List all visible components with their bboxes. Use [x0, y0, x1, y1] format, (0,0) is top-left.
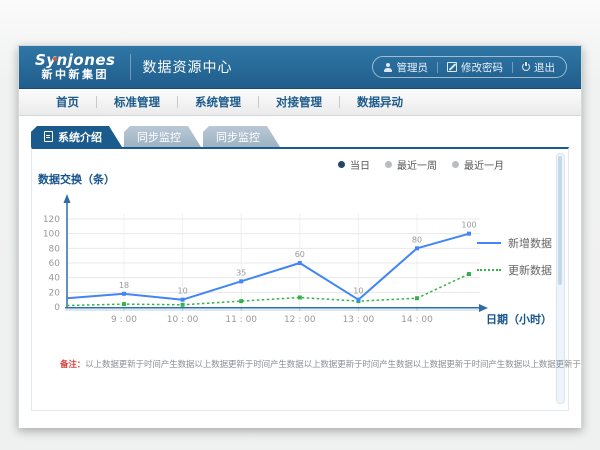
- data-point-label: 18: [119, 281, 129, 290]
- user-menu-label: 退出: [534, 60, 555, 75]
- x-tick-label: 10 : 00: [167, 315, 199, 325]
- chart-labels: 0 20 40 60 80 100 120 9 : 00 10 : 00 11 : 00 12 : …: [38, 172, 552, 326]
- edit-icon: [447, 62, 457, 72]
- user-menu-divider: [512, 62, 513, 73]
- y-axis-title: 数据交换（条）: [38, 172, 115, 186]
- user-menu-divider: [437, 62, 438, 73]
- data-point-marker: [122, 302, 126, 306]
- chart-legend: 新增数据更新数据: [477, 235, 552, 278]
- footnote-text: 以上数据更新于时间产生数据以上数据更新于时间产生数据以上数据更新于时间产生数据以…: [85, 360, 581, 370]
- x-tick-label: 11 : 00: [225, 315, 257, 325]
- logo-text-cn: 新中新集团: [35, 68, 116, 81]
- y-tick-label: 20: [49, 288, 61, 298]
- user-menu-item[interactable]: 修改密码: [447, 60, 503, 75]
- chart-panel: 当日最近一周最近一月 18103560108010002040608010012…: [31, 147, 569, 411]
- tab-label: 同步监控: [137, 129, 181, 145]
- x-tick-label: 13 : 00: [343, 315, 375, 325]
- tab-1[interactable]: 同步监控: [124, 126, 201, 147]
- header-divider: [130, 54, 131, 80]
- nav-item-3[interactable]: 对接管理: [259, 94, 339, 110]
- logo-text-en: Synjones: [35, 53, 116, 68]
- nav-item-1[interactable]: 标准管理: [97, 94, 177, 110]
- y-axis-arrow: [64, 194, 71, 203]
- app-header: Synjones 新中新集团 数据资源中心 管理员 修改密码 退出: [19, 46, 581, 89]
- user-menu-label: 修改密码: [461, 60, 503, 75]
- document-icon: [44, 131, 53, 142]
- data-point-label: 10: [178, 287, 188, 296]
- x-axis-arrow: [479, 304, 488, 312]
- chart-container: 18 10 35 60 10 80 100 0 20 40 60 80 100 120 9 : 00 10 :…: [32, 167, 552, 339]
- data-point-label: 80: [412, 235, 422, 244]
- y-tick-label: 60: [49, 259, 61, 269]
- data-point-marker: [181, 298, 185, 302]
- user-menu-item[interactable]: 退出: [522, 60, 555, 75]
- footnote-prefix: 备注：: [60, 360, 85, 370]
- page-title: 数据资源中心: [143, 57, 233, 77]
- company-logo: Synjones 新中新集团: [19, 53, 128, 81]
- y-tick-label: 80: [49, 244, 61, 254]
- legend-swatch-dotted-line: [477, 269, 501, 271]
- data-point-marker: [239, 279, 243, 283]
- user-icon: [384, 63, 393, 72]
- y-tick-label: 120: [43, 215, 60, 225]
- x-tick-label: 9 : 00: [111, 315, 137, 325]
- legend-swatch-solid-line: [477, 242, 501, 244]
- data-point-label: 10: [353, 287, 363, 296]
- tab-2[interactable]: 同步监控: [203, 126, 280, 147]
- x-tick-label: 14 : 00: [401, 315, 433, 325]
- power-icon: [522, 63, 530, 71]
- main-nav: 首页标准管理系统管理对接管理数据异动: [19, 89, 581, 116]
- x-tick-label: 12 : 00: [284, 315, 316, 325]
- chart-gridlines: [68, 213, 480, 307]
- data-point-marker: [298, 261, 302, 265]
- nav-item-0[interactable]: 首页: [39, 94, 96, 110]
- logo-accent-dot: [53, 57, 57, 61]
- user-menu-label: 管理员: [397, 60, 429, 75]
- data-point-label: 35: [236, 268, 246, 277]
- legend-item-1[interactable]: 更新数据: [477, 262, 552, 278]
- data-point-marker: [181, 303, 185, 307]
- y-tick-label: 40: [49, 274, 61, 284]
- nav-item-2[interactable]: 系统管理: [178, 94, 258, 110]
- data-exchange-line-chart: 18 10 35 60 10 80 100 0 20 40 60 80 100 120 9 : 00 10 :…: [32, 167, 552, 339]
- y-tick-label: 0: [54, 303, 60, 313]
- tab-bar: 系统介绍 同步监控 同步监控: [19, 116, 581, 147]
- data-point-marker: [239, 299, 243, 303]
- data-point-marker: [415, 246, 419, 250]
- nav-item-4[interactable]: 数据异动: [340, 94, 420, 110]
- y-tick-label: 100: [43, 230, 60, 240]
- data-point-label: 60: [295, 250, 305, 259]
- data-point-label: 100: [461, 221, 476, 230]
- legend-label: 新增数据: [508, 235, 552, 251]
- footnote: 备注：以上数据更新于时间产生数据以上数据更新于时间产生数据以上数据更新于时间产生…: [60, 358, 581, 370]
- user-menu-item[interactable]: 管理员: [384, 60, 429, 75]
- data-point-marker: [356, 298, 360, 302]
- data-point-marker: [122, 292, 126, 296]
- app-window: Synjones 新中新集团 数据资源中心 管理员修改密码退出 首页标准管理系统…: [18, 45, 582, 428]
- content-area: 系统介绍同步监控同步监控 当日最近一周最近一月 1810356010801000…: [19, 116, 581, 428]
- data-point-marker: [298, 295, 302, 299]
- x-axis-title: 日期（小时）: [486, 312, 552, 326]
- tab-0[interactable]: 系统介绍: [31, 126, 122, 147]
- user-menu: 管理员 修改密码 退出: [372, 56, 568, 78]
- tab-label: 系统介绍: [58, 129, 102, 145]
- legend-label: 更新数据: [508, 262, 552, 278]
- data-point-marker: [415, 296, 419, 300]
- tab-label: 同步监控: [216, 129, 260, 145]
- data-point-marker: [467, 272, 471, 276]
- legend-item-0[interactable]: 新增数据: [477, 235, 552, 251]
- scrollbar-thumb[interactable]: [558, 156, 562, 285]
- data-point-marker: [467, 232, 471, 236]
